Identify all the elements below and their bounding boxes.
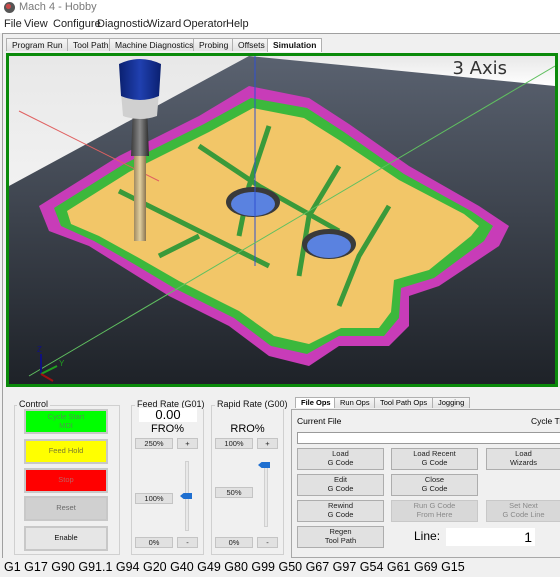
tab-program-run[interactable]: Program Run — [6, 38, 69, 51]
current-file-field[interactable] — [297, 432, 560, 444]
rro-label: RRO% — [230, 423, 265, 435]
title-bar: Mach 4 - Hobby — [0, 0, 560, 16]
feed-hold-button[interactable]: Feed Hold — [24, 439, 108, 464]
regen-toolpath-button[interactable]: Regen Tool Path — [297, 526, 384, 548]
feed-rate-value: 0.00 — [139, 408, 197, 422]
end-mill-bit — [134, 146, 146, 241]
stop-button[interactable]: Stop — [24, 468, 108, 493]
rro-slider-track[interactable] — [264, 462, 268, 527]
menu-wizard[interactable]: Wizard — [147, 18, 181, 30]
fro-max-button[interactable]: 250% — [135, 438, 173, 449]
fro-minus-button[interactable]: - — [177, 537, 198, 548]
menu-configure[interactable]: Configure — [53, 18, 101, 30]
rapid-rate-title: Rapid Rate (G00) — [215, 399, 290, 409]
tab-simulation[interactable]: Simulation — [267, 38, 323, 52]
tab-jogging[interactable]: Jogging — [432, 397, 471, 408]
tab-tool-path[interactable]: Tool Path — [67, 38, 115, 51]
control-group-title: Control — [17, 399, 51, 409]
tool-holder — [119, 59, 161, 100]
menu-diagnostic[interactable]: Diagnostic — [97, 18, 148, 30]
menu-bar: File View Configure Diagnostic Wizard Op… — [0, 16, 560, 33]
tab-file-ops[interactable]: File Ops — [295, 397, 337, 408]
line-label: Line: — [414, 529, 441, 543]
tab-offsets[interactable]: Offsets — [232, 38, 271, 51]
load-wizards-button[interactable]: Load Wizards — [486, 448, 560, 470]
bore-hole-2 — [307, 234, 351, 258]
run-from-here-button[interactable]: Run G Code From Here — [391, 500, 478, 522]
menu-help[interactable]: Help — [226, 18, 249, 30]
fro-plus-button[interactable]: + — [177, 438, 198, 449]
window-title: Mach 4 - Hobby — [19, 1, 97, 13]
tab-machine-diagnostics[interactable]: Machine Diagnostics — [109, 38, 200, 51]
rro-max-button[interactable]: 100% — [215, 438, 253, 449]
active-gcodes-status: G1 G17 G90 G91.1 G94 G20 G40 G49 G80 G99… — [0, 558, 560, 577]
load-recent-gcode-button[interactable]: Load Recent G Code — [391, 448, 478, 470]
rewind-gcode-button[interactable]: Rewind G Code — [297, 500, 384, 522]
enable-button[interactable]: Enable — [24, 526, 108, 551]
file-ops-tabs: File Ops Run Ops Tool Path Ops Jogging — [291, 397, 560, 408]
fro-label: FRO% — [151, 423, 184, 435]
axis-mode-label: 3 Axis — [452, 58, 507, 79]
fro-mid-button[interactable]: 100% — [135, 493, 173, 504]
rro-minus-button[interactable]: - — [257, 537, 278, 548]
rro-min-button[interactable]: 0% — [215, 537, 253, 548]
reset-button[interactable]: Reset — [24, 496, 108, 521]
close-gcode-button[interactable]: Close G Code — [391, 474, 478, 496]
load-gcode-button[interactable]: Load G Code — [297, 448, 384, 470]
set-next-line-button[interactable]: Set Next G Code Line — [486, 500, 560, 522]
z-axis-label: Z — [37, 345, 42, 354]
mach4-app-icon — [4, 2, 15, 13]
tab-tool-path-ops[interactable]: Tool Path Ops — [374, 397, 434, 408]
simulation-scene: Z Y — [9, 56, 555, 384]
cycle-time-label: Cycle Ti — [531, 416, 560, 426]
y-axis-label: Y — [59, 359, 65, 368]
rro-mid-button[interactable]: 50% — [215, 487, 253, 498]
tab-run-ops[interactable]: Run Ops — [334, 397, 376, 408]
menu-operator[interactable]: Operator — [183, 18, 226, 30]
current-file-label: Current File — [297, 416, 342, 426]
bore-hole-1 — [231, 192, 275, 216]
menu-view[interactable]: View — [24, 18, 48, 30]
rro-plus-button[interactable]: + — [257, 438, 278, 449]
menu-file[interactable]: File — [4, 18, 22, 30]
line-number-field[interactable]: 1 — [446, 528, 535, 546]
edit-gcode-button[interactable]: Edit G Code — [297, 474, 384, 496]
fro-min-button[interactable]: 0% — [135, 537, 173, 548]
simulation-viewport[interactable]: Z Y 3 Axis — [6, 53, 558, 387]
cycle-start-button[interactable]: Cycle Start MDI — [24, 409, 108, 434]
tab-probing[interactable]: Probing — [193, 38, 235, 51]
